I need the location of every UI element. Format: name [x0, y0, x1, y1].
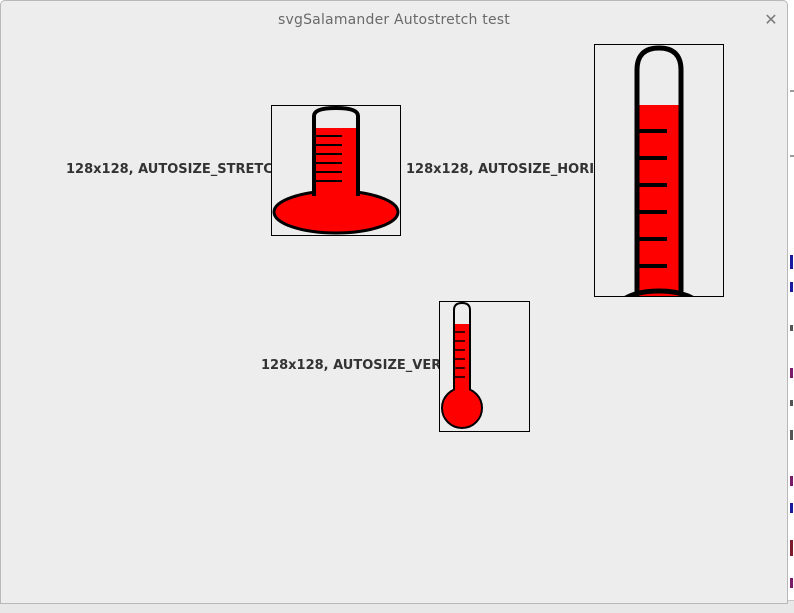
app-window: svgSalamander Autostretch test ✕ 128x128…: [0, 0, 788, 604]
thermometer-icon: [441, 302, 483, 429]
background-fragment: [790, 503, 793, 513]
background-fragment: [790, 476, 793, 486]
thermometer-icon: [624, 45, 694, 296]
svg-panel-stretch: [271, 105, 401, 236]
background-fragment: [790, 578, 793, 588]
close-icon[interactable]: ✕: [761, 10, 781, 30]
svg-panel-horiz: [594, 44, 724, 297]
background-fragment: [790, 540, 793, 556]
background-fragment: [790, 155, 794, 157]
background-fragment: [790, 90, 794, 92]
label-autosize-horiz: 128x128, AUTOSIZE_HORIZ: [406, 162, 604, 177]
thermometer-icon: [272, 106, 400, 235]
window-title: svgSalamander Autostretch test: [278, 12, 510, 28]
background-fragment: [790, 255, 793, 269]
background-fragment: [790, 400, 793, 406]
label-autosize-stretch: 128x128, AUTOSIZE_STRETCH: [66, 162, 284, 177]
background-fragment: [790, 325, 793, 331]
svg-panel-vert: [439, 301, 530, 432]
background-fragment: [790, 368, 793, 378]
background-fragment: [790, 430, 793, 440]
label-autosize-vert: 128x128, AUTOSIZE_VERT: [261, 358, 450, 373]
titlebar[interactable]: svgSalamander Autostretch test ✕: [1, 1, 787, 39]
background-fragment: [790, 282, 793, 292]
